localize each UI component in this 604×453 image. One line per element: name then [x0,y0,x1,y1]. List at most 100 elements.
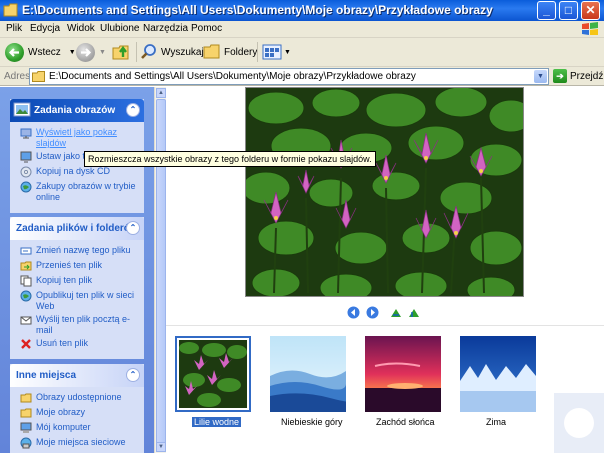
computer-icon [20,422,32,433]
publish-web-link[interactable]: Opublikuj ten plik w sieci Web [10,290,144,312]
panel-header[interactable]: Inne miejsca ⌃ [10,364,144,387]
windows-logo-icon [582,22,598,35]
up-folder-button[interactable] [112,41,132,63]
search-button[interactable]: Wyszukaj [140,41,204,63]
chevron-down-icon[interactable]: ▼ [99,49,106,56]
network-places-link[interactable]: Moje miejsca sieciowe [10,437,144,450]
copy-to-cd-link[interactable]: Kopiuj na dysk CD [10,166,144,179]
menu-help[interactable]: Pomoc [191,23,222,34]
delete-file-link[interactable]: Usuń ten plik [10,338,144,351]
move-file-link[interactable]: Przenieś ten plik [10,260,144,273]
scroll-up-icon[interactable]: ▲ [156,88,166,98]
next-image-icon[interactable] [366,306,379,319]
desktop-icon [20,151,32,163]
go-button[interactable]: ➔ Przejdź [553,69,603,83]
search-icon [141,44,156,59]
delete-icon [21,339,31,349]
back-button[interactable]: Wstecz ▼ [5,41,76,63]
maximize-button[interactable]: □ [559,1,578,20]
task-pane: Zadania obrazów ⌃ Wyświetl jako pokaz sl… [0,87,166,453]
folders-button[interactable]: Foldery [203,41,257,63]
close-button[interactable]: ✕ [581,1,600,20]
scroll-down-icon[interactable]: ▼ [156,442,166,452]
address-bar: Adres E:\Documents and Settings\All User… [0,67,604,86]
panel-header[interactable]: Zadania plików i folderów ⌃ [10,217,144,240]
thumbnail-winter[interactable] [460,336,536,412]
copy-file-link[interactable]: Kopiuj ten plik [10,275,144,288]
folder-icon [20,393,32,403]
task-pane-scrollbar[interactable]: ▲ ▼ [154,87,166,453]
rotate-counterclockwise-icon[interactable] [408,306,421,319]
previous-image-icon[interactable] [347,306,360,319]
slideshow-icon [20,128,32,139]
email-icon [20,316,32,325]
image-preview[interactable] [245,87,524,297]
folders-label: Foldery [224,46,258,58]
address-label: Adres [4,71,31,82]
picture-icon [13,102,31,117]
windows-watermark-icon [554,393,604,453]
views-button[interactable]: ▼ [262,41,291,63]
winter-thumbnail [460,336,536,412]
panel-title: Zadania obrazów [34,105,116,116]
thumbnail-blue-hills[interactable] [270,336,346,412]
toolbar: Wstecz ▼ ▼ Wyszukaj Foldery ▼ [0,38,604,67]
chevron-down-icon[interactable]: ▼ [534,70,547,83]
title-bar[interactable]: E:\Documents and Settings\All Users\Doku… [0,0,604,21]
thumbnail-sunset[interactable] [365,336,441,412]
filmstrip-view: Lilie wodne Niebieskie góry Zachód słońc… [166,87,604,453]
sunset-thumbnail [365,336,441,412]
menu-view[interactable]: Widok [67,23,95,34]
thumbnail-water-lilies[interactable] [175,336,251,412]
back-arrow-icon [5,42,24,62]
other-places-panel: Inne miejsca ⌃ Obrazy udostępnione Moje … [10,364,144,453]
back-label: Wstecz [28,46,61,58]
file-tasks-panel: Zadania plików i folderów ⌃ Zmień nazwę … [10,217,144,359]
panel-title: Inne miejsca [16,370,77,381]
forward-button[interactable]: ▼ [76,41,106,63]
collapse-icon[interactable]: ⌃ [126,221,140,235]
menu-tools[interactable]: Narzędzia [143,23,188,34]
globe-icon [20,290,32,302]
menu-bar: Plik Edycja Widok Ulubione Narzędzia Pom… [0,21,604,38]
address-value: E:\Documents and Settings\All Users\Doku… [49,71,416,82]
menu-file[interactable]: Plik [6,23,22,34]
go-arrow-icon: ➔ [553,69,567,83]
thumbnail-strip: Lilie wodne Niebieskie góry Zachód słońc… [166,325,604,453]
up-folder-icon [112,45,129,60]
chevron-down-icon[interactable]: ▼ [284,49,291,56]
go-label: Przejdź [570,70,604,82]
forward-arrow-icon [76,42,95,62]
globe-icon [20,181,32,193]
rename-file-link[interactable]: Zmień nazwę tego pliku [10,245,144,258]
folder-icon [20,408,32,418]
thumbnail-label: Zachód słońca [376,417,435,427]
tooltip: Rozmieszcza wszystkie obrazy z tego fold… [84,151,376,167]
shared-pictures-link[interactable]: Obrazy udostępnione [10,392,144,405]
slideshow-link[interactable]: Wyświetl jako pokaz slajdów [10,127,144,149]
my-computer-link[interactable]: Mój komputer [10,422,144,435]
chevron-down-icon[interactable]: ▼ [69,49,76,56]
address-input[interactable]: E:\Documents and Settings\All Users\Doku… [29,68,549,85]
rename-icon [20,247,32,255]
collapse-icon[interactable]: ⌃ [126,368,140,382]
panel-header[interactable]: Zadania obrazów ⌃ [10,99,144,122]
menu-favorites[interactable]: Ulubione [100,23,139,34]
copy-icon [20,275,32,287]
menu-edit[interactable]: Edycja [30,23,60,34]
folders-icon [203,44,220,59]
water-lilies-image [246,88,523,296]
thumbnail-label: Lilie wodne [192,417,242,427]
panel-title: Zadania plików i folderów [16,223,138,234]
rotate-clockwise-icon[interactable] [390,306,403,319]
window-title: E:\Documents and Settings\All Users\Doku… [22,3,493,17]
my-pictures-link[interactable]: Moje obrazy [10,407,144,420]
minimize-button[interactable]: _ [537,1,556,20]
email-file-link[interactable]: Wyślij ten plik pocztą e-mail [10,314,144,336]
folder-icon [3,3,18,17]
collapse-icon[interactable]: ⌃ [126,103,140,117]
move-icon [20,261,32,271]
thumbnail-label: Niebieskie góry [281,417,343,427]
order-prints-link[interactable]: Zakupy obrazów w trybie online [10,181,144,203]
blue-hills-thumbnail [270,336,346,412]
